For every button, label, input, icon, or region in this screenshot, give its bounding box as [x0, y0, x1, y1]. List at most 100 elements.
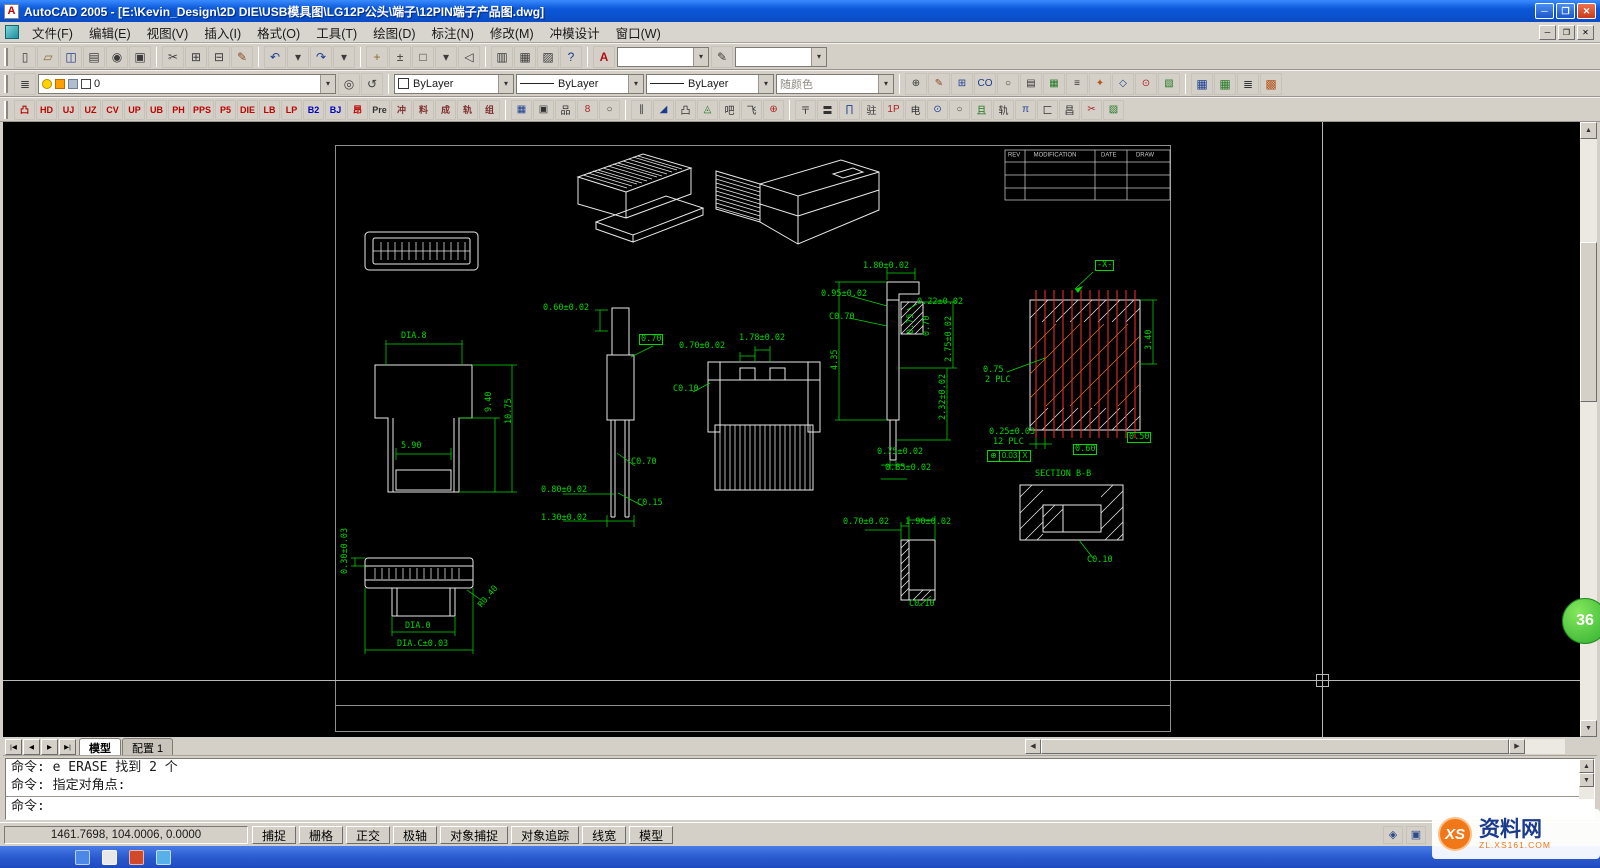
layer-combo[interactable]: 0 ▾ [38, 74, 336, 94]
scroll-up-button[interactable]: ▲ [1579, 759, 1594, 773]
toolbar-button[interactable]: ⊕ [905, 73, 927, 95]
toolbar-icon-button[interactable]: ▧ [1103, 100, 1124, 120]
toolbar-button[interactable]: ✂ [162, 46, 184, 68]
vscroll-thumb[interactable] [1580, 242, 1597, 402]
custom-toolbar-button[interactable]: 凸 [14, 100, 35, 120]
toolbar-button[interactable]: ≣ [14, 73, 36, 95]
text-style-button[interactable]: A [593, 46, 615, 68]
custom-toolbar-button[interactable]: HD [36, 100, 57, 120]
toolbar-icon-button[interactable]: ○ [599, 100, 620, 120]
toolbar-icon-button[interactable]: 轨 [993, 100, 1014, 120]
drawing-area[interactable]: DIA.8 9.40 10.75 5.90 0.60±0.02 0.70 C0.… [3, 122, 1580, 737]
taskbar-icon[interactable] [156, 850, 171, 865]
style-combo-2[interactable]: ▾ [735, 47, 827, 67]
hscroll-thumb[interactable] [1041, 739, 1509, 754]
toolbar-button[interactable]: ▯ [14, 46, 36, 68]
custom-toolbar-button[interactable]: P5 [215, 100, 236, 120]
custom-toolbar-button[interactable]: LB [259, 100, 280, 120]
toolbar-button[interactable]: ? [560, 46, 582, 68]
lineweight-combo[interactable]: ByLayer ▾ [646, 74, 774, 94]
toolbar-button[interactable]: ✎ [928, 73, 950, 95]
taskbar-icon[interactable] [75, 850, 90, 865]
menu-item[interactable]: 格式(O) [249, 21, 308, 44]
toolbar-icon-button[interactable]: 〓 [817, 100, 838, 120]
floating-badge[interactable]: 36 [1562, 598, 1600, 644]
menu-item[interactable]: 修改(M) [482, 21, 542, 44]
toolbar-button[interactable]: ↶ [264, 46, 286, 68]
custom-toolbar-button[interactable]: Pre [369, 100, 390, 120]
dropdown-arrow-icon[interactable]: ▾ [758, 75, 773, 93]
scroll-down-button[interactable]: ▼ [1580, 720, 1597, 737]
toolbar-icon-button[interactable]: π [1015, 100, 1036, 120]
linetype-combo[interactable]: ByLayer ▾ [516, 74, 644, 94]
toolbar-button[interactable]: ▨ [537, 46, 559, 68]
custom-toolbar-button[interactable]: UZ [80, 100, 101, 120]
tab-layout1[interactable]: 配置 1 [122, 738, 173, 755]
taskbar-icon[interactable] [102, 850, 117, 865]
tray-icon[interactable]: ◈ [1383, 826, 1403, 844]
menu-item[interactable]: 编辑(E) [81, 21, 139, 44]
custom-toolbar-button[interactable]: UJ [58, 100, 79, 120]
custom-toolbar-button[interactable]: UP [124, 100, 145, 120]
scroll-up-button[interactable]: ▲ [1580, 122, 1597, 139]
toolbar-icon-button[interactable]: 飞 [741, 100, 762, 120]
status-toggle-button[interactable]: 线宽 [582, 826, 626, 844]
dropdown-arrow-icon[interactable]: ▾ [498, 75, 513, 93]
status-toggle-button[interactable]: 极轴 [393, 826, 437, 844]
menu-item[interactable]: 文件(F) [24, 21, 81, 44]
toolbar-button[interactable]: ▦ [1214, 73, 1236, 95]
custom-toolbar-button[interactable]: DIE [237, 100, 258, 120]
toolbar-icon-button[interactable]: 吧 [719, 100, 740, 120]
toolbar-grip[interactable] [4, 48, 8, 66]
status-toggle-button[interactable]: 对象追踪 [511, 826, 579, 844]
toolbar-button[interactable]: ≡ [1066, 73, 1088, 95]
menu-item[interactable]: 视图(V) [139, 21, 197, 44]
dropdown-arrow-icon[interactable]: ▾ [693, 48, 708, 66]
toolbar-icon-button[interactable]: 1P [883, 100, 904, 120]
toolbar-button[interactable]: ▥ [491, 46, 513, 68]
custom-toolbar-button[interactable]: B2 [303, 100, 324, 120]
toolbar-button[interactable]: + [366, 46, 388, 68]
mdi-restore-button[interactable]: ❐ [1558, 25, 1575, 40]
toolbar-button[interactable]: ▣ [129, 46, 151, 68]
toolbar-button[interactable]: ○ [997, 73, 1019, 95]
tab-nav-button[interactable]: ◀ [23, 739, 40, 755]
mdi-close-button[interactable]: ✕ [1577, 25, 1594, 40]
style-combo-1[interactable]: ▾ [617, 47, 709, 67]
toolbar-button[interactable]: □ [412, 46, 434, 68]
dim-style-button[interactable]: ✎ [711, 46, 733, 68]
tab-nav-button[interactable]: ▶| [59, 739, 76, 755]
toolbar-button[interactable]: ↺ [361, 73, 383, 95]
toolbar-button[interactable]: ⊞ [185, 46, 207, 68]
custom-toolbar-button[interactable]: BJ [325, 100, 346, 120]
dropdown-arrow-icon[interactable]: ▾ [811, 48, 826, 66]
close-button[interactable]: ✕ [1577, 3, 1596, 19]
toolbar-button[interactable]: ▦ [1191, 73, 1213, 95]
toolbar-button[interactable]: ± [389, 46, 411, 68]
toolbar-icon-button[interactable]: ✂ [1081, 100, 1102, 120]
toolbar-icon-button[interactable]: ⊙ [927, 100, 948, 120]
custom-toolbar-button[interactable]: 冲 [391, 100, 412, 120]
toolbar-button[interactable]: ◁ [458, 46, 480, 68]
toolbar-button[interactable]: ✎ [231, 46, 253, 68]
toolbar-button[interactable]: ▧ [1158, 73, 1180, 95]
menu-item[interactable]: 插入(I) [196, 21, 249, 44]
command-scrollbar[interactable]: ▲ ▼ [1579, 759, 1594, 799]
toolbar-icon-button[interactable]: 且 [971, 100, 992, 120]
toolbar-button[interactable]: ▾ [333, 46, 355, 68]
custom-toolbar-button[interactable]: LP [281, 100, 302, 120]
minimize-button[interactable]: ─ [1535, 3, 1554, 19]
toolbar-grip[interactable] [4, 101, 8, 119]
toolbar-icon-button[interactable]: 昌 [1059, 100, 1080, 120]
toolbar-icon-button[interactable]: 8 [577, 100, 598, 120]
tab-nav-button[interactable]: |◀ [5, 739, 22, 755]
status-toggle-button[interactable]: 对象捕捉 [440, 826, 508, 844]
dropdown-arrow-icon[interactable]: ▾ [320, 75, 335, 93]
status-toggle-button[interactable]: 捕捉 [252, 826, 296, 844]
toolbar-icon-button[interactable]: ○ [949, 100, 970, 120]
mdi-minimize-button[interactable]: ─ [1539, 25, 1556, 40]
toolbar-button[interactable]: ▩ [1260, 73, 1282, 95]
toolbar-icon-button[interactable]: ∏ [839, 100, 860, 120]
scroll-left-button[interactable]: ◀ [1025, 739, 1041, 754]
taskbar-icon[interactable] [129, 850, 144, 865]
